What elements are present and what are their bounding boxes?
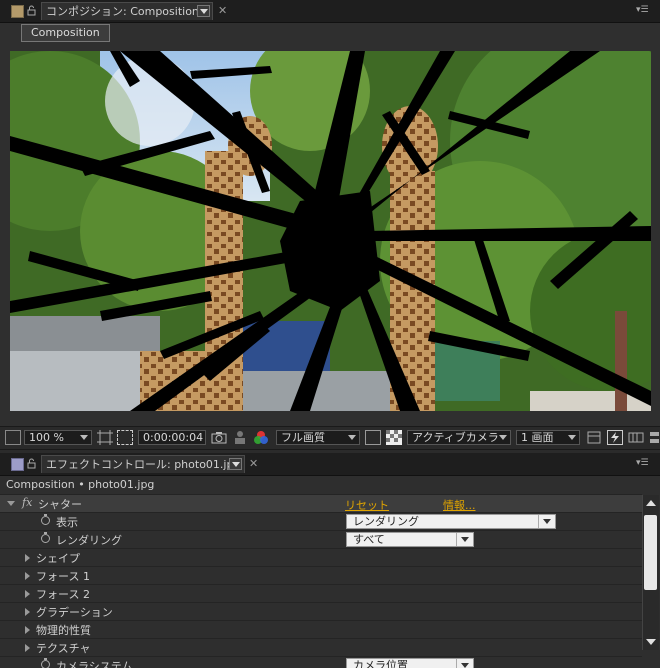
chevron-down-icon <box>80 435 88 440</box>
camera-snapshot-icon[interactable] <box>211 430 227 445</box>
tab-dropdown-button[interactable] <box>229 458 242 470</box>
lock-icon[interactable] <box>26 5 37 16</box>
rendering-dropdown-value: すべて <box>353 533 385 546</box>
zoom-value: 100 % <box>29 431 64 444</box>
display-dropdown-value: レンダリング <box>353 515 419 528</box>
region-of-interest-icon[interactable] <box>365 430 381 445</box>
expand-triangle-icon[interactable] <box>25 554 30 562</box>
chevron-down-icon <box>568 435 576 440</box>
tab-composition[interactable]: コンポジション: Composition <box>41 2 213 20</box>
chevron-down-icon <box>499 435 507 440</box>
color-channels-icon[interactable] <box>253 430 269 445</box>
tab-effect-controls[interactable]: エフェクトコントロール: photo01.jpg <box>41 455 245 473</box>
view-layout-value: 1 画面 <box>521 431 554 444</box>
checkerboard-icon[interactable] <box>386 430 402 445</box>
group-label: シェイプ <box>36 552 80 565</box>
about-link[interactable]: 情報... <box>443 497 476 513</box>
fast-preview-icon[interactable] <box>607 430 623 445</box>
composition-viewer[interactable] <box>10 51 651 411</box>
property-row-rendering: レンダリング すべて <box>0 530 642 548</box>
expand-triangle-icon[interactable] <box>25 608 30 616</box>
camera-system-dropdown-value: カメラ位置 <box>353 659 408 668</box>
lock-icon[interactable] <box>26 458 37 469</box>
layer-color-icon <box>11 458 24 471</box>
panel-menu-icon[interactable]: ▾☰ <box>636 458 654 470</box>
resolution-dropdown[interactable]: フル画質 <box>276 430 360 445</box>
timecode-value: 0:00:00:04 <box>143 431 204 444</box>
group-row-force1[interactable]: フォース 1 <box>0 566 642 584</box>
group-label: テクスチャ <box>36 642 91 655</box>
rendering-dropdown[interactable]: すべて <box>346 532 474 547</box>
camera-dropdown[interactable]: アクティブカメラ <box>407 430 511 445</box>
stopwatch-icon[interactable] <box>41 658 50 668</box>
group-row-physics[interactable]: 物理的性質 <box>0 620 642 638</box>
fx-icon[interactable]: fx <box>22 496 32 509</box>
group-label: フォース 2 <box>36 588 90 601</box>
tab-dropdown-button[interactable] <box>197 5 210 17</box>
chevron-down-icon <box>456 659 473 668</box>
group-label: グラデーション <box>36 606 113 619</box>
tab-composition-label: コンポジション: Composition <box>46 5 199 18</box>
effect-controls-panel-header: エフェクトコントロール: photo01.jpg ✕ ▾☰ <box>0 453 660 476</box>
shattered-photo <box>10 51 651 411</box>
effect-controls-scrollbar[interactable] <box>642 495 659 650</box>
flowchart-icon[interactable] <box>649 430 660 445</box>
resolution-value: フル画質 <box>281 431 325 444</box>
group-row-gradient[interactable]: グラデーション <box>0 602 642 620</box>
panel-menu-icon[interactable]: ▾☰ <box>636 5 654 17</box>
grid-icon[interactable] <box>97 430 113 445</box>
property-row-camera-system: カメラシステム カメラ位置 <box>0 656 642 668</box>
group-row-force2[interactable]: フォース 2 <box>0 584 642 602</box>
tab-effect-controls-label: エフェクトコントロール: photo01.jpg <box>46 458 241 471</box>
show-snapshot-icon[interactable] <box>232 430 248 445</box>
composition-panel-header: コンポジション: Composition ✕ ▾☰ <box>0 0 660 23</box>
scroll-up-icon[interactable] <box>646 500 656 506</box>
expand-triangle-icon[interactable] <box>25 572 30 580</box>
expand-triangle-icon[interactable] <box>25 590 30 598</box>
expand-triangle-icon[interactable] <box>25 626 30 634</box>
property-label: 表示 <box>56 516 78 529</box>
timeline-icon[interactable] <box>628 430 644 445</box>
close-icon[interactable]: ✕ <box>218 4 227 17</box>
timecode-field[interactable]: 0:00:00:04 <box>138 430 206 445</box>
transparency-region-icon[interactable] <box>117 430 133 445</box>
camera-value: アクティブカメラ <box>412 431 499 444</box>
view-layout-dropdown[interactable]: 1 画面 <box>516 430 580 445</box>
property-row-display: 表示 レンダリング <box>0 512 642 530</box>
effect-name: シャター <box>38 498 82 511</box>
camera-system-dropdown[interactable]: カメラ位置 <box>346 658 474 668</box>
group-label: 物理的性質 <box>36 624 91 637</box>
viewer-toolbar: 100 % 0:00:00:04 フル画質 アクティブカメラ 1 画面 <box>0 426 660 450</box>
group-label: フォース 1 <box>36 570 90 583</box>
close-icon[interactable]: ✕ <box>249 457 258 470</box>
property-label: レンダリング <box>56 534 122 547</box>
comp-color-icon <box>11 5 24 18</box>
group-row-texture[interactable]: テクスチャ <box>0 638 642 656</box>
toggle-pixel-aspect-icon[interactable] <box>586 430 602 445</box>
chevron-down-icon <box>348 435 356 440</box>
snapshot-view-icon[interactable] <box>5 430 21 445</box>
reset-link[interactable]: リセット <box>345 497 389 513</box>
scroll-down-icon[interactable] <box>646 639 656 645</box>
stopwatch-icon[interactable] <box>41 532 50 543</box>
chevron-down-icon <box>456 533 473 546</box>
display-dropdown[interactable]: レンダリング <box>346 514 556 529</box>
expand-triangle-icon[interactable] <box>25 644 30 652</box>
collapse-triangle-icon[interactable] <box>7 501 15 506</box>
scrollbar-thumb[interactable] <box>644 515 657 590</box>
composition-button[interactable]: Composition <box>21 24 110 42</box>
property-label: カメラシステム <box>56 660 133 668</box>
group-row-shape[interactable]: シェイプ <box>0 548 642 566</box>
effect-row-shatter[interactable]: fx シャター <box>0 494 642 512</box>
stopwatch-icon[interactable] <box>41 514 50 525</box>
effect-controls-title: Composition • photo01.jpg <box>6 478 155 491</box>
zoom-dropdown[interactable]: 100 % <box>24 430 92 445</box>
chevron-down-icon <box>538 515 555 528</box>
